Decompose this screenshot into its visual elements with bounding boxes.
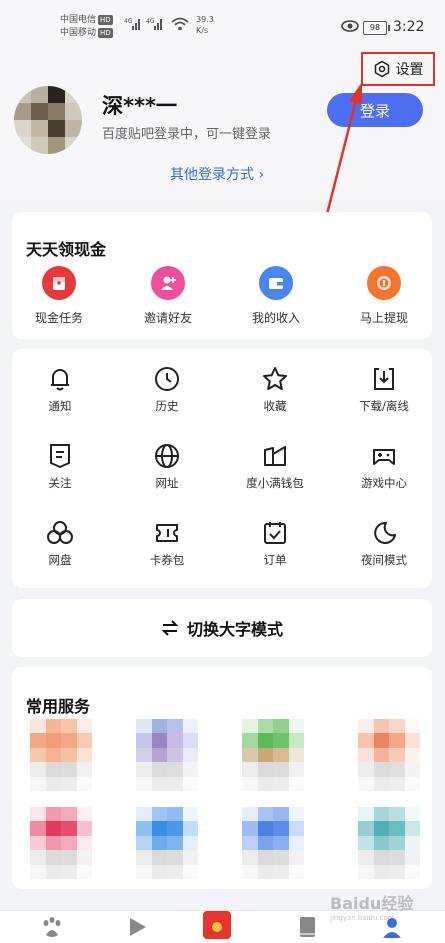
game-center-item[interactable]: 游戏中心: [339, 442, 429, 491]
url-label: 网址: [155, 476, 179, 490]
moon-icon: [374, 521, 396, 544]
username: 深***一: [102, 94, 177, 118]
withdraw-item[interactable]: 马上提现: [344, 266, 424, 326]
watermark-brand: Baidu经验: [330, 894, 414, 913]
history-label: 历史: [155, 399, 179, 413]
carrier-1: 中国电信: [60, 15, 97, 25]
globe-icon: [155, 444, 179, 468]
url-item[interactable]: 网址: [122, 442, 212, 491]
my-income-item[interactable]: 我的收入: [236, 266, 316, 326]
login-button[interactable]: 登录: [327, 93, 423, 127]
coupon-label: 卡券包: [149, 553, 185, 567]
big-font-mode-label: 切换大字模式: [186, 620, 283, 639]
service-item-blurred[interactable]: [30, 807, 92, 879]
cash-card: 天天领现金 现金任务 邀请好友 我的收入 马上提现: [12, 212, 432, 339]
settings-label: 设置: [395, 62, 424, 78]
follow-label: 关注: [48, 476, 72, 490]
star-icon: [263, 367, 287, 390]
bookmark-icon: [50, 444, 70, 468]
services-title: 常用服务: [26, 697, 91, 716]
svg-text:4G: 4G: [124, 18, 133, 25]
red-packet-tab-icon[interactable]: [203, 911, 231, 939]
favorites-label: 收藏: [263, 399, 287, 413]
notification-label: 通知: [48, 399, 72, 413]
wallet-icon: [259, 266, 293, 300]
bell-icon: [51, 369, 69, 391]
clock-icon: [155, 367, 179, 391]
night-mode-item[interactable]: 夜间模式: [339, 519, 429, 568]
calendar-check-icon: [264, 522, 286, 544]
cash-section-title: 天天领现金: [26, 240, 107, 259]
download-icon: [374, 368, 394, 390]
duxiaoman-wallet-label: 度小满钱包: [246, 476, 304, 490]
add-friend-icon: [151, 266, 185, 300]
watermark-url: jingyan.baidu.com: [330, 914, 395, 922]
invite-friend-label: 邀请好友: [143, 311, 192, 325]
status-bar: 中国电信 HD 中国移动 HD 4G 4G 39.3 K/s 98 3:22: [0, 0, 445, 52]
svg-text:4G: 4G: [146, 18, 155, 25]
service-item-blurred[interactable]: [358, 719, 420, 791]
hd-badge: HD: [98, 15, 113, 25]
night-mode-label: 夜间模式: [361, 553, 407, 567]
wallet-outline-icon: [264, 446, 286, 466]
carrier-2: 中国移动: [60, 28, 97, 38]
cloud-icon: [47, 521, 73, 544]
hd-badge: HD: [98, 28, 113, 38]
service-item-blurred[interactable]: [242, 807, 304, 879]
big-font-mode-button[interactable]: 切换大字模式: [12, 599, 432, 657]
ticket-icon: [156, 524, 178, 542]
login-hint: 百度贴吧登录中，可一键登录: [102, 127, 272, 142]
settings-hexagon-icon: [374, 60, 389, 78]
signal-icon: 4G: [146, 18, 162, 30]
settings-button[interactable]: 设置: [361, 52, 435, 86]
cloud-disk-item[interactable]: 网盘: [15, 519, 105, 568]
battery-indicator: 98: [363, 21, 390, 35]
tools-card: 通知 历史 收藏 下载/离线 关注 网址 度小满钱包 游戏中心 网盘 卡券包 订…: [12, 349, 432, 588]
follow-item[interactable]: 关注: [15, 442, 105, 491]
network-speed: 39.3 K/s: [196, 15, 214, 35]
game-center-label: 游戏中心: [361, 476, 407, 490]
clock: 3:22: [393, 19, 425, 35]
carrier-info: 中国电信 HD 中国移动 HD: [60, 14, 113, 40]
red-envelope-icon: [42, 266, 76, 300]
book-icon[interactable]: [298, 915, 318, 939]
baidu-paw-icon[interactable]: [40, 915, 64, 939]
avatar[interactable]: [14, 86, 82, 154]
cash-task-label: 现金任务: [34, 311, 83, 325]
service-item-blurred[interactable]: [358, 807, 420, 879]
service-item-blurred[interactable]: [30, 719, 92, 791]
service-item-blurred[interactable]: [136, 719, 198, 791]
withdraw-icon: [367, 266, 401, 300]
history-item[interactable]: 历史: [122, 365, 212, 414]
cloud-disk-label: 网盘: [48, 553, 72, 567]
favorites-item[interactable]: 收藏: [230, 365, 320, 414]
order-label: 订单: [263, 553, 287, 567]
service-item-blurred[interactable]: [136, 807, 198, 879]
notification-item[interactable]: 通知: [15, 365, 105, 414]
my-income-label: 我的收入: [251, 311, 300, 325]
download-item[interactable]: 下载/离线: [339, 365, 429, 414]
signal-icon: 4G: [124, 18, 140, 30]
eye-comfort-icon: [341, 20, 359, 32]
coupon-item[interactable]: 卡券包: [122, 519, 212, 568]
other-login-link[interactable]: 其他登录方式 ›: [170, 164, 264, 184]
switch-arrows-icon: [161, 620, 179, 636]
watermark: Baidu经验 jingyan.baidu.com: [330, 890, 413, 922]
service-item-blurred[interactable]: [242, 719, 304, 791]
invite-friend-item[interactable]: 邀请好友: [128, 266, 208, 326]
order-item[interactable]: 订单: [230, 519, 320, 568]
withdraw-label: 马上提现: [359, 311, 408, 325]
wifi-icon: [171, 17, 189, 31]
cash-task-item[interactable]: 现金任务: [19, 266, 99, 326]
duxiaoman-wallet-item[interactable]: 度小满钱包: [230, 442, 320, 491]
video-play-icon[interactable]: [125, 915, 149, 939]
services-card: 常用服务: [12, 667, 432, 889]
gamepad-icon: [373, 449, 395, 465]
download-label: 下载/离线: [359, 399, 409, 413]
